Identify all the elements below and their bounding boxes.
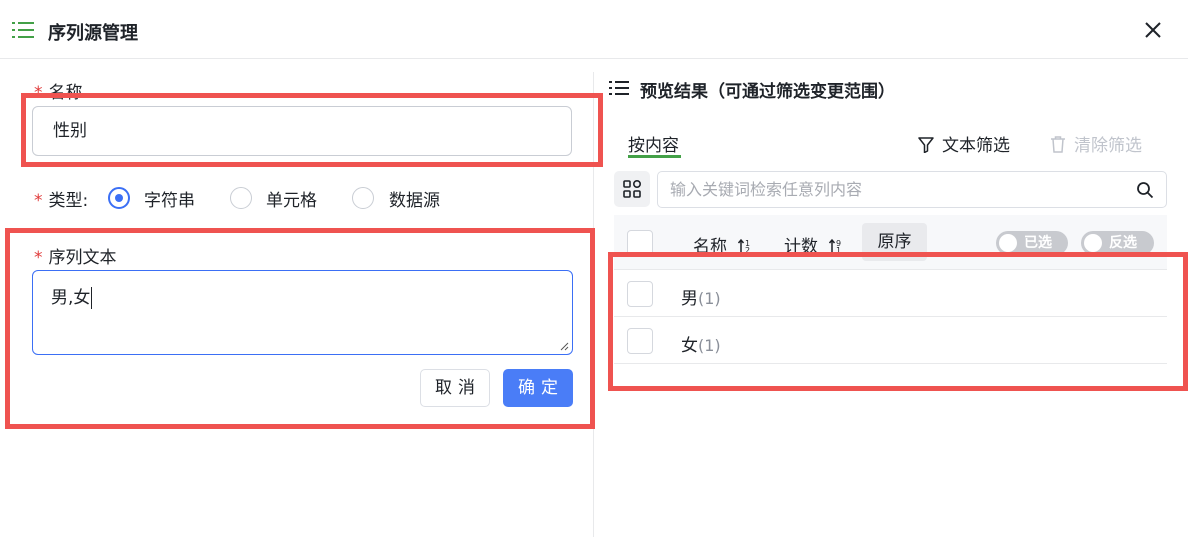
sort-icon: 1 2 [738, 238, 751, 254]
name-label-text: 名称 [48, 83, 83, 103]
svg-text:2: 2 [745, 246, 750, 254]
column-count-label: 计数 [784, 237, 818, 257]
sort-by-name[interactable]: 名称 1 2 [693, 232, 756, 257]
cancel-button[interactable]: 取消 [420, 369, 490, 407]
name-input[interactable]: 性别 [32, 106, 572, 156]
row-divider [614, 316, 1167, 317]
sequence-textarea[interactable]: 男,女 [32, 270, 573, 355]
preview-title: 预览结果（可通过筛选变更范围） [640, 82, 895, 102]
row-divider [614, 269, 1167, 270]
row-checkbox[interactable] [627, 281, 653, 307]
search-placeholder: 输入关键词检索任意列内容 [670, 180, 863, 199]
list-icon [12, 22, 34, 38]
required-mark: * [34, 248, 43, 268]
text-filter-label: 文本筛选 [942, 136, 1010, 156]
sort-icon: 9 1 [829, 238, 842, 254]
sequence-text-label: * 序列文本 [34, 243, 117, 268]
radio-string-label[interactable]: 字符串 [144, 186, 195, 211]
clear-filter-label: 清除筛选 [1074, 136, 1142, 156]
trash-icon [1051, 136, 1065, 153]
row-divider [614, 363, 1167, 364]
radio-datasource-label[interactable]: 数据源 [389, 186, 440, 211]
row-checkbox[interactable] [627, 328, 653, 354]
dialog-header: 序列源管理 [0, 0, 1188, 59]
list-item-label: 女 [681, 336, 698, 356]
dialog-title: 序列源管理 [48, 23, 138, 44]
radio-cell-label[interactable]: 单元格 [266, 186, 317, 211]
select-all-checkbox[interactable] [627, 230, 653, 256]
radio-datasource[interactable] [352, 187, 374, 209]
required-mark: * [34, 83, 43, 103]
sequence-label-text: 序列文本 [48, 248, 117, 268]
filter-icon [918, 137, 934, 153]
column-name-label: 名称 [693, 237, 727, 257]
close-icon[interactable] [1142, 19, 1164, 41]
selected-toggle-label: 已选 [1024, 235, 1052, 251]
grid-icon [623, 180, 641, 198]
search-input[interactable]: 输入关键词检索任意列内容 [657, 171, 1167, 208]
sequence-source-dialog: 序列源管理 * 名称 性别 * 类型: 字符串 单元格 数据源 * 序列文本 男,女 … [0, 0, 1188, 537]
list-item-label: 男 [681, 289, 698, 309]
inverse-toggle[interactable]: 反选 [1081, 231, 1154, 255]
resize-handle-icon[interactable] [559, 341, 569, 351]
required-mark: * [34, 191, 43, 211]
list-item[interactable]: 男(1) [681, 284, 721, 309]
selected-toggle[interactable]: 已选 [996, 231, 1068, 255]
list-item-count: (1) [698, 336, 721, 355]
tab-active-indicator [628, 155, 681, 158]
list-item[interactable]: 女(1) [681, 331, 721, 356]
grid-view-button[interactable] [614, 171, 650, 207]
svg-text:1: 1 [836, 246, 841, 254]
radio-cell[interactable] [230, 187, 252, 209]
search-icon[interactable] [1136, 181, 1154, 199]
list-item-count: (1) [698, 289, 721, 308]
inverse-toggle-label: 反选 [1109, 235, 1137, 251]
sort-by-count[interactable]: 计数 9 1 [784, 232, 847, 257]
radio-string[interactable] [108, 187, 130, 209]
type-label: * 类型: [34, 186, 88, 211]
tab-by-content[interactable]: 按内容 [628, 131, 679, 156]
name-label: * 名称 [34, 78, 83, 103]
list-icon [609, 81, 629, 95]
toggle-knob [1084, 234, 1102, 252]
highlight-box-preview [608, 252, 1188, 391]
confirm-button[interactable]: 确定 [503, 369, 573, 407]
text-caret [91, 287, 93, 309]
clear-filter-button[interactable]: 清除筛选 [1050, 131, 1142, 156]
toggle-knob [999, 234, 1017, 252]
original-order-button[interactable]: 原序 [862, 223, 927, 261]
column-divider [593, 72, 594, 537]
type-label-text: 类型: [48, 191, 89, 211]
text-filter-button[interactable]: 文本筛选 [918, 131, 1010, 156]
sequence-value: 男,女 [51, 288, 91, 308]
